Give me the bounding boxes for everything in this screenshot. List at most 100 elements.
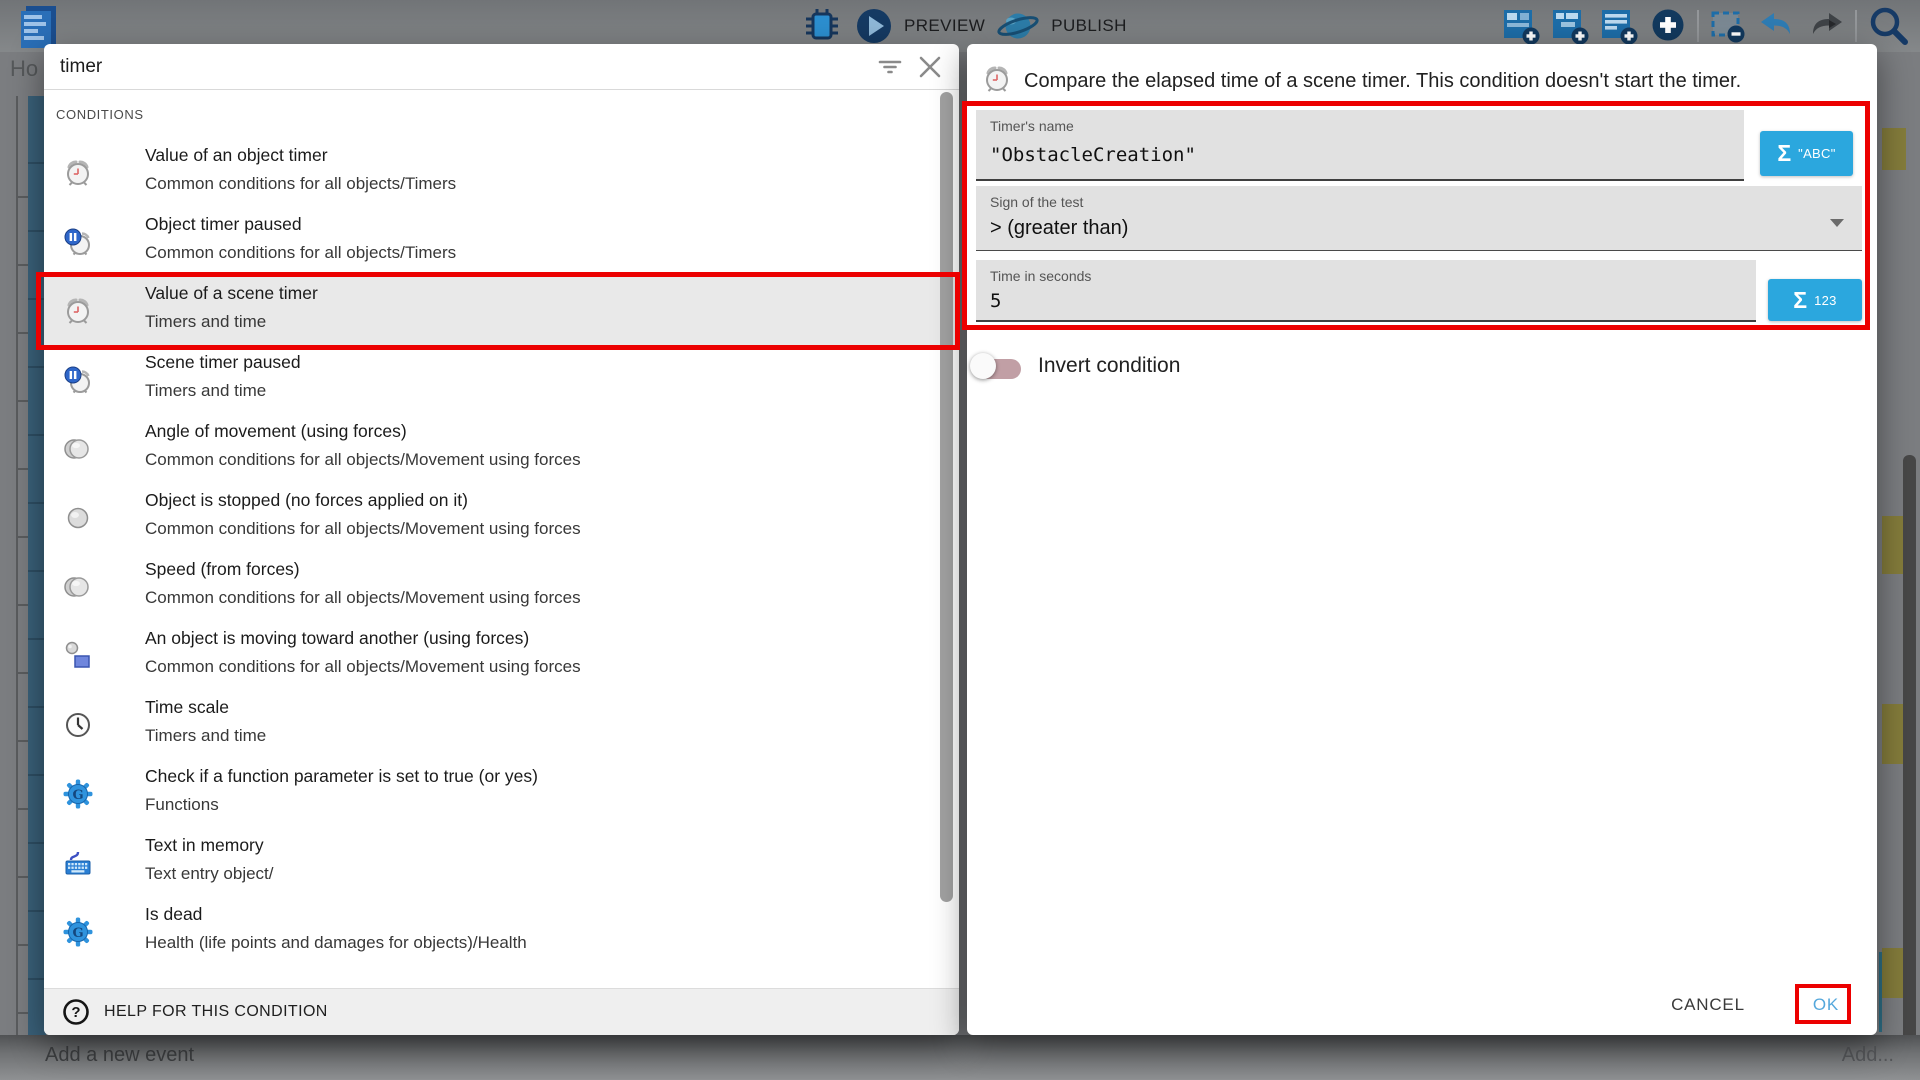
condition-title: Scene timer paused	[145, 354, 301, 372]
sign-of-test-value[interactable]: > (greater than)	[990, 217, 1128, 240]
condition-title: An object is moving toward another (usin…	[145, 630, 581, 648]
preview-button[interactable]: PREVIEW	[904, 16, 985, 36]
timer-name-value[interactable]: "ObstacleCreation"	[990, 144, 1196, 166]
time-in-seconds-value[interactable]: 5	[990, 290, 1001, 312]
move-toward-icon	[63, 641, 93, 671]
publish-globe-icon[interactable]	[995, 6, 1041, 46]
condition-list-item[interactable]: Time scale Timers and time	[44, 691, 959, 760]
condition-list-item[interactable]: Text in memory Text entry object/	[44, 829, 959, 898]
condition-title: Object is stopped (no forces applied on …	[145, 492, 581, 510]
condition-list-item[interactable]: Speed (from forces) Common conditions fo…	[44, 553, 959, 622]
sigma-icon: Σ	[1793, 289, 1807, 312]
condition-list-item[interactable]: Scene timer paused Timers and time	[44, 346, 959, 415]
conditions-list-scrollbar[interactable]	[940, 92, 953, 902]
time-in-seconds-field[interactable]: Time in seconds 5	[976, 260, 1756, 322]
add-button[interactable]: Add...	[1842, 1044, 1894, 1067]
events-action-block	[1882, 128, 1906, 170]
condition-title: Angle of movement (using forces)	[145, 423, 581, 441]
string-expression-button[interactable]: Σ "ABC"	[1760, 131, 1853, 176]
condition-title: Time scale	[145, 699, 266, 717]
close-icon[interactable]	[917, 54, 943, 80]
number-expression-button[interactable]: Σ 123	[1768, 279, 1862, 321]
ball-icon	[63, 503, 93, 533]
condition-list-item[interactable]: Value of a scene timer Timers and time	[44, 277, 959, 346]
search-icon[interactable]	[1866, 3, 1912, 49]
undo-icon[interactable]	[1757, 10, 1797, 42]
debug-icon[interactable]	[800, 5, 844, 47]
condition-group-path: Functions	[145, 796, 538, 813]
condition-title: Value of an object timer	[145, 147, 456, 165]
condition-list-item[interactable]: Object timer paused Common conditions fo…	[44, 208, 959, 277]
alarm-clock-icon	[63, 158, 93, 188]
condition-list-item[interactable]: An object is moving toward another (usin…	[44, 622, 959, 691]
add-event-icon[interactable]	[1501, 6, 1541, 46]
condition-list-item[interactable]: G Is dead Health (life points and damage…	[44, 898, 959, 967]
tab-home-partial[interactable]: Ho	[10, 56, 38, 82]
condition-title: Speed (from forces)	[145, 561, 581, 579]
sign-of-test-select[interactable]: Sign of the test > (greater than)	[976, 186, 1862, 251]
condition-group-path: Timers and time	[145, 727, 266, 744]
sign-of-test-label: Sign of the test	[990, 194, 1083, 210]
condition-group-path: Timers and time	[145, 313, 318, 330]
condition-description-row: Compare the elapsed time of a scene time…	[982, 64, 1741, 94]
condition-list-item[interactable]: Value of an object timer Common conditio…	[44, 139, 959, 208]
condition-title: Value of a scene timer	[145, 285, 318, 303]
alarm-clock-icon	[63, 296, 93, 326]
condition-title: Object timer paused	[145, 216, 456, 234]
alarm-clock-icon	[982, 64, 1012, 94]
invert-condition-label: Invert condition	[1038, 354, 1180, 378]
preview-play-icon[interactable]	[854, 6, 894, 46]
add-comment-icon[interactable]	[1599, 6, 1639, 46]
dialog-actions: CANCEL OK	[1661, 989, 1849, 1021]
condition-selector-panel: CONDITIONS Value of an object timer Comm…	[44, 44, 959, 1035]
timer-paused-icon	[63, 227, 93, 257]
condition-title: Check if a function parameter is set to …	[145, 768, 538, 786]
condition-group-path: Timers and time	[145, 382, 301, 399]
sigma-icon: Σ	[1777, 142, 1791, 165]
condition-group-path: Health (life points and damages for obje…	[145, 934, 527, 951]
timer-paused-icon	[63, 365, 93, 395]
timer-name-label: Timer's name	[990, 118, 1074, 134]
events-sheet-footer	[0, 1035, 1920, 1080]
publish-button[interactable]: PUBLISH	[1051, 16, 1127, 36]
redo-icon[interactable]	[1806, 10, 1846, 42]
cancel-button[interactable]: CANCEL	[1661, 989, 1755, 1021]
help-icon: ?	[62, 998, 90, 1026]
condition-description: Compare the elapsed time of a scene time…	[1024, 64, 1741, 94]
ok-button[interactable]: OK	[1803, 989, 1849, 1021]
paste-icon[interactable]	[1708, 6, 1748, 46]
invert-condition-toggle-thumb[interactable]	[970, 353, 996, 379]
condition-title: Text in memory	[145, 837, 274, 855]
help-for-condition-button[interactable]: ? HELP FOR THIS CONDITION	[44, 988, 959, 1035]
condition-list-item[interactable]: Angle of movement (using forces) Common …	[44, 415, 959, 484]
coins-icon	[63, 572, 93, 602]
timer-name-field[interactable]: Timer's name "ObstacleCreation"	[976, 110, 1744, 181]
clock-icon	[63, 710, 93, 740]
add-subevent-icon[interactable]	[1550, 6, 1590, 46]
chevron-down-icon[interactable]	[1830, 214, 1844, 232]
event-block-edge	[1879, 952, 1882, 1032]
condition-editor-panel: Compare the elapsed time of a scene time…	[967, 44, 1877, 1035]
keyboard-icon	[63, 848, 93, 878]
svg-text:G: G	[72, 788, 83, 803]
search-row	[44, 44, 959, 90]
svg-text:?: ?	[71, 1004, 80, 1021]
time-in-seconds-label: Time in seconds	[990, 268, 1091, 284]
condition-title: Is dead	[145, 906, 527, 924]
add-new-event-button[interactable]: Add a new event	[45, 1044, 194, 1067]
coins-icon	[63, 434, 93, 464]
condition-group-path: Text entry object/	[145, 865, 274, 882]
search-input[interactable]	[44, 56, 877, 78]
add-circle-icon[interactable]	[1648, 6, 1688, 46]
help-label: HELP FOR THIS CONDITION	[104, 1003, 328, 1021]
gear-icon: G	[63, 917, 93, 947]
condition-list-item[interactable]: Object is stopped (no forces applied on …	[44, 484, 959, 553]
conditions-list: CONDITIONS Value of an object timer Comm…	[44, 90, 959, 988]
condition-group-path: Common conditions for all objects/Timers	[145, 244, 456, 261]
condition-group-path: Common conditions for all objects/Moveme…	[145, 658, 581, 675]
filter-icon[interactable]	[877, 54, 903, 80]
events-sheet-scrollbar[interactable]	[1903, 455, 1916, 1080]
svg-text:G: G	[72, 926, 83, 941]
condition-list-item[interactable]: G Check if a function parameter is set t…	[44, 760, 959, 829]
condition-group-path: Common conditions for all objects/Moveme…	[145, 589, 581, 606]
